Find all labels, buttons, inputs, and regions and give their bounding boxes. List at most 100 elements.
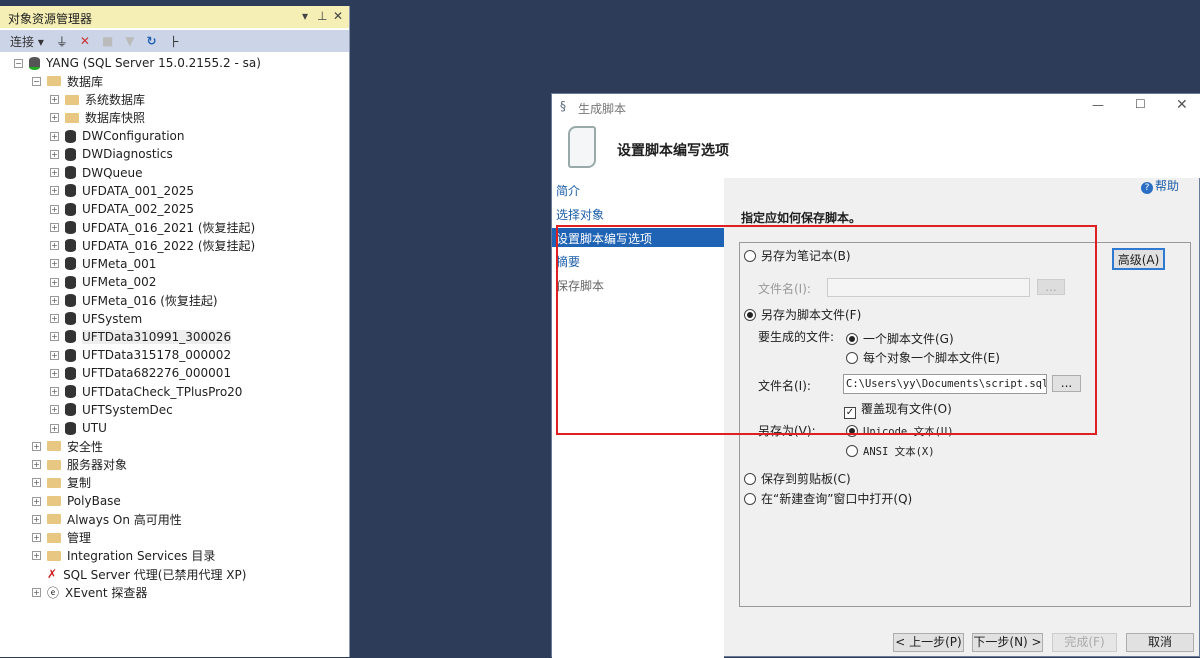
tree-database-item[interactable]: + UFDATA_002_2025 (50, 200, 194, 218)
tree-database-item[interactable]: + UFSystem (50, 310, 142, 328)
tree-database-item[interactable]: + UFTData310991_300026 (50, 328, 232, 346)
disconnect-icon[interactable]: ✕ (80, 34, 90, 48)
tree-database-item[interactable]: + DWQueue (50, 164, 143, 182)
expand-icon[interactable]: + (50, 259, 59, 269)
tree-label: Always On 高可用性 (67, 512, 182, 527)
tree-database-item[interactable]: + UFMeta_016 (恢复挂起) (50, 291, 218, 309)
radio-icon (744, 493, 756, 505)
expand-icon[interactable]: + (50, 423, 59, 433)
connect-button[interactable]: 连接 ▾ (10, 33, 44, 50)
tree-database-item[interactable]: + UFTSystemDec (50, 401, 173, 419)
expand-icon[interactable]: + (32, 441, 41, 451)
tree-server-item[interactable]: + Integration Services 目录 (32, 547, 215, 565)
stop-icon[interactable]: ■ (102, 34, 113, 48)
collapse-icon[interactable]: − (32, 76, 41, 86)
expand-icon[interactable]: + (50, 350, 59, 360)
tree-database-item[interactable]: + 数据库快照 (50, 109, 145, 127)
collapse-icon[interactable]: − (14, 58, 23, 68)
expand-icon[interactable]: + (50, 387, 59, 396)
expand-icon[interactable]: + (50, 405, 59, 415)
tree-database-item[interactable]: + UFMeta_001 (50, 255, 156, 273)
maximize-button[interactable]: ☐ (1135, 97, 1146, 111)
tree-database-item[interactable]: + DWDiagnostics (50, 145, 173, 163)
tree-database-item[interactable]: + UFDATA_001_2025 (50, 182, 194, 200)
page-heading: 设置脚本编写选项 (617, 143, 729, 159)
script-icon: § (560, 99, 566, 113)
tree-xevent[interactable]: + ⓔ XEvent 探查器 (32, 583, 147, 601)
nav-intro[interactable]: 简介 (556, 182, 580, 199)
expand-icon[interactable]: + (32, 551, 41, 561)
tree-server-item[interactable]: + Always On 高可用性 (32, 510, 182, 528)
dropdown-icon[interactable]: ▾ (302, 9, 308, 23)
expand-icon[interactable]: + (32, 587, 41, 597)
expand-icon[interactable]: + (32, 478, 41, 488)
refresh-icon[interactable]: ↻ (147, 34, 157, 48)
new-query-radio[interactable]: 在“新建查询”窗口中打开(Q) (744, 490, 912, 507)
expand-icon[interactable]: + (50, 332, 59, 342)
folder-icon (47, 441, 61, 452)
activity-icon[interactable]: ⺊ (169, 33, 181, 50)
advanced-button[interactable]: 高级(A) (1112, 248, 1165, 270)
tree-database-item[interactable]: + UFMeta_002 (50, 273, 156, 291)
folder-icon (47, 496, 61, 506)
database-icon (65, 348, 76, 362)
tree-database-item[interactable]: + UTU (50, 419, 107, 437)
tree-server[interactable]: − YANG (SQL Server 15.0.2155.2 - sa) (14, 54, 261, 72)
tree-server-item[interactable]: + 管理 (32, 529, 91, 547)
filter-icon[interactable]: ▼ (125, 34, 134, 48)
tree-databases[interactable]: − 数据库 (32, 72, 103, 90)
expand-icon[interactable]: + (50, 204, 59, 214)
expand-icon[interactable]: + (50, 186, 59, 196)
folder-icon (47, 514, 61, 525)
tree-database-item[interactable]: + UFDATA_016_2021 (恢复挂起) (50, 218, 255, 236)
tree-label: DWDiagnostics (82, 147, 173, 162)
expand-icon[interactable]: + (50, 95, 59, 104)
tree-database-item[interactable]: + DWConfiguration (50, 127, 185, 145)
next-button[interactable]: 下一步(N) > (972, 633, 1043, 652)
expand-icon[interactable]: + (32, 533, 41, 542)
database-icon (65, 129, 76, 143)
tree-agent[interactable]: ✗ SQL Server 代理(已禁用代理 XP) (32, 565, 246, 583)
expand-icon[interactable]: + (32, 514, 41, 524)
tree-database-item[interactable]: + UFDATA_016_2022 (恢复挂起) (50, 237, 255, 255)
tree-database-item[interactable]: + UFTData315178_000002 (50, 346, 231, 364)
expand-icon[interactable]: + (50, 277, 59, 287)
expand-icon[interactable]: + (50, 295, 59, 305)
expand-icon[interactable]: + (50, 113, 59, 123)
nav-choose-objects[interactable]: 选择对象 (556, 206, 604, 223)
expand-icon[interactable]: + (32, 496, 41, 506)
tree-server-item[interactable]: + 服务器对象 (32, 456, 127, 474)
tree-label: UFMeta_016 (恢复挂起) (82, 293, 218, 308)
clipboard-radio[interactable]: 保存到剪贴板(C) (744, 470, 851, 487)
tree-label: UFTData310991_300026 (82, 329, 232, 344)
expand-icon[interactable]: + (50, 168, 59, 177)
cancel-button[interactable]: 取消 (1126, 633, 1194, 652)
tree-label: UFDATA_001_2025 (82, 183, 195, 198)
clipboard-label: 保存到剪贴板(C) (761, 472, 851, 486)
object-explorer: 对象资源管理器 ▾ ⊥ ✕ 连接 ▾ ⏚ ✕ ■ ▼ ↻ ⺊ − YANG (SQ… (0, 6, 350, 657)
minimize-button[interactable]: — (1092, 98, 1104, 112)
expand-icon[interactable]: + (50, 149, 59, 159)
expand-icon[interactable]: + (50, 368, 59, 378)
tree-label: UFSystem (82, 311, 143, 326)
tree-server-item[interactable]: + 安全性 (32, 437, 103, 455)
expand-icon[interactable]: + (50, 241, 59, 250)
expand-icon[interactable]: + (32, 460, 41, 469)
pin-icon[interactable]: ⊥ (317, 9, 327, 23)
help-link[interactable]: ? 帮助 (1141, 177, 1179, 194)
expand-icon[interactable]: + (50, 131, 59, 141)
plug-icon[interactable]: ⏚ (56, 33, 68, 50)
tree-label: UFDATA_002_2025 (82, 202, 195, 216)
tree-server-item[interactable]: + 复制 (32, 474, 91, 492)
tree-database-item[interactable]: + UFTDataCheck_TPlusPro20 (50, 383, 242, 401)
tree-database-item[interactable]: + UFTData682276_000001 (50, 364, 231, 382)
tree-server-item[interactable]: + PolyBase (32, 492, 121, 510)
help-label: 帮助 (1155, 179, 1180, 193)
close-button[interactable]: ✕ (1176, 97, 1188, 113)
expand-icon[interactable]: + (50, 314, 59, 323)
tree-database-item[interactable]: + 系统数据库 (50, 91, 145, 109)
ansi-radio[interactable]: ANSI 文本(X) (846, 444, 935, 459)
previous-button[interactable]: < 上一步(P) (893, 633, 964, 652)
close-icon[interactable]: ✕ (333, 9, 343, 23)
expand-icon[interactable]: + (50, 222, 59, 232)
